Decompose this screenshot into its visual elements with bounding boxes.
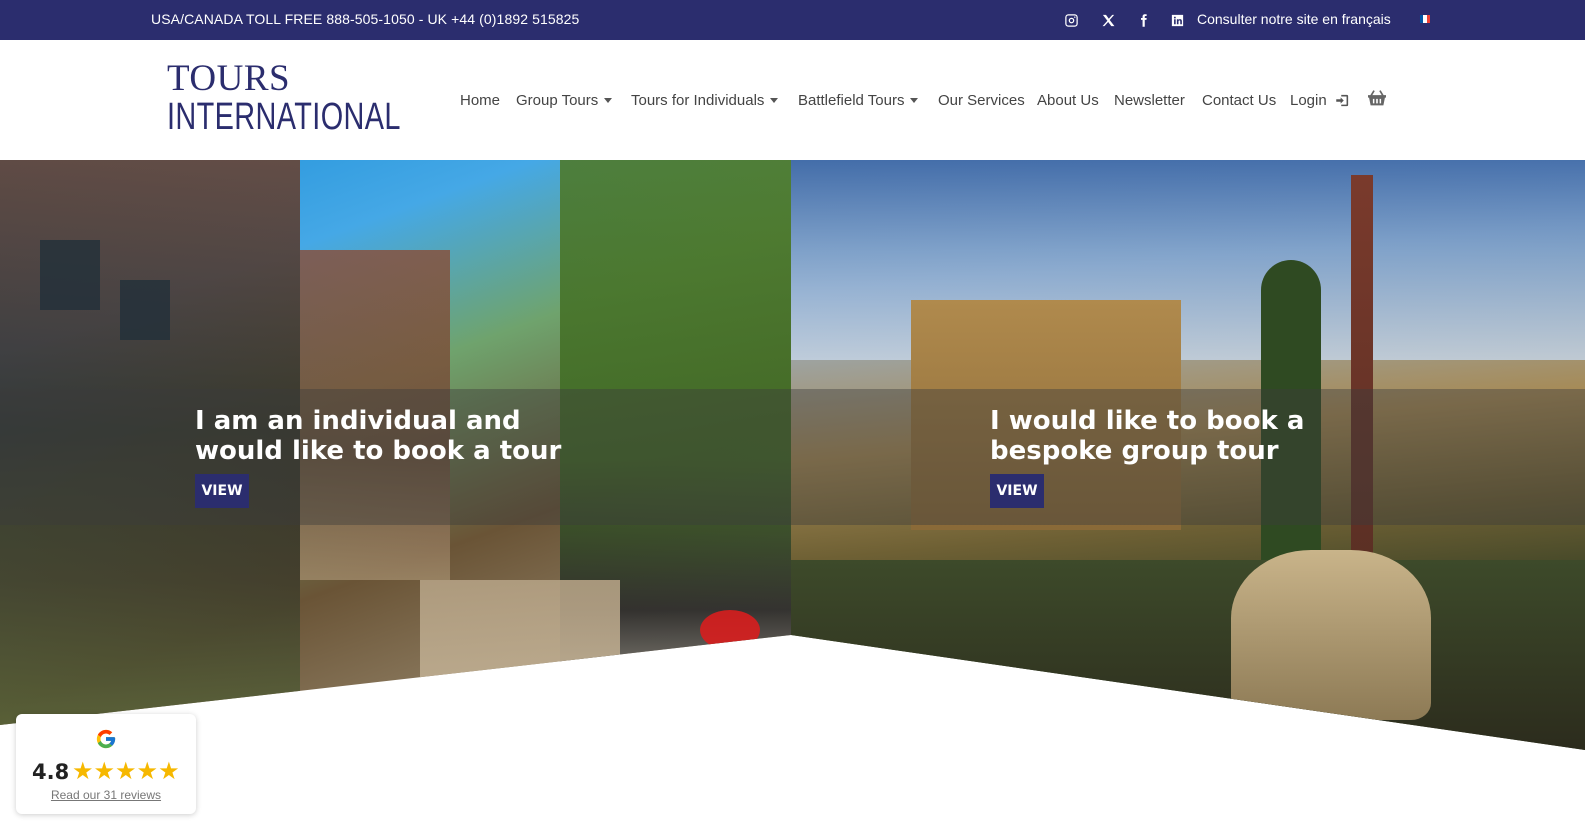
group-view-button[interactable]: VIEW	[990, 474, 1044, 508]
nav-battlefield-tours-label: Battlefield Tours	[798, 92, 905, 109]
nav-about-us-label: About Us	[1037, 92, 1099, 109]
star-icon: ★	[115, 757, 137, 785]
chevron-down-icon	[770, 97, 779, 103]
shopping-basket-icon[interactable]	[1367, 89, 1387, 111]
top-bar: USA/CANADA TOLL FREE 888-505-1050 - UK +…	[0, 0, 1585, 40]
logo-line-1: TOURS	[167, 58, 291, 99]
logo-line-2: INTERNATIONAL	[167, 96, 401, 138]
star-icon: ★	[158, 757, 180, 785]
nav-login-label: Login	[1290, 92, 1327, 109]
nav-battlefield-tours[interactable]: Battlefield Tours	[798, 92, 919, 109]
nav-tours-for-individuals[interactable]: Tours for Individuals	[631, 92, 779, 109]
chevron-down-icon	[604, 97, 613, 103]
nav-tours-for-individuals-label: Tours for Individuals	[631, 92, 765, 109]
read-reviews-link[interactable]: Read our 31 reviews	[16, 788, 196, 802]
hero-section: I am an individual and would like to boo…	[0, 160, 1585, 840]
french-site-link[interactable]: Consulter notre site en français	[1197, 11, 1391, 27]
google-icon	[96, 729, 116, 749]
nav-group-tours[interactable]: Group Tours	[516, 92, 613, 109]
star-icon: ★	[136, 757, 159, 785]
toll-free-phone: USA/CANADA TOLL FREE 888-505-1050 - UK +…	[151, 11, 580, 27]
nav-newsletter[interactable]: Newsletter	[1114, 92, 1185, 109]
nav-newsletter-label: Newsletter	[1114, 92, 1185, 109]
nav-our-services[interactable]: Our Services	[938, 92, 1025, 109]
group-tour-heading: I would like to book a bespoke group tou…	[990, 406, 1305, 466]
individual-view-button[interactable]: VIEW	[195, 474, 249, 508]
facebook-icon[interactable]	[1134, 11, 1152, 29]
nav-login[interactable]: Login	[1290, 92, 1327, 109]
nav-home-label: Home	[460, 92, 501, 109]
x-icon[interactable]	[1099, 11, 1117, 29]
nav-contact-us[interactable]: Contact Us	[1202, 92, 1276, 109]
star-icon: ★	[93, 757, 116, 785]
nav-about-us[interactable]: About Us	[1037, 92, 1099, 109]
chevron-down-icon	[910, 97, 919, 103]
nav-contact-us-label: Contact Us	[1202, 92, 1277, 109]
nav-group-tours-label: Group Tours	[516, 92, 599, 109]
nav-home[interactable]: Home	[460, 92, 500, 109]
french-flag-icon[interactable]	[1420, 15, 1430, 23]
instagram-icon[interactable]	[1062, 11, 1080, 29]
nav-our-services-label: Our Services	[938, 92, 1025, 109]
linkedin-icon[interactable]	[1168, 11, 1186, 29]
google-review-widget[interactable]: 4.8 ★ ★ ★ ★ ★ Read our 31 reviews	[16, 714, 196, 814]
individual-tour-heading: I am an individual and would like to boo…	[195, 406, 562, 466]
tours-international-logo[interactable]: TOURS INTERNATIONAL	[167, 58, 475, 138]
review-score: 4.8	[32, 760, 70, 784]
star-icon: ★	[72, 757, 94, 785]
site-header: TOURS INTERNATIONAL Home Group Tours Tou…	[0, 40, 1585, 160]
star-rating: ★ ★ ★ ★ ★	[72, 758, 180, 784]
sign-in-icon[interactable]	[1335, 93, 1350, 112]
